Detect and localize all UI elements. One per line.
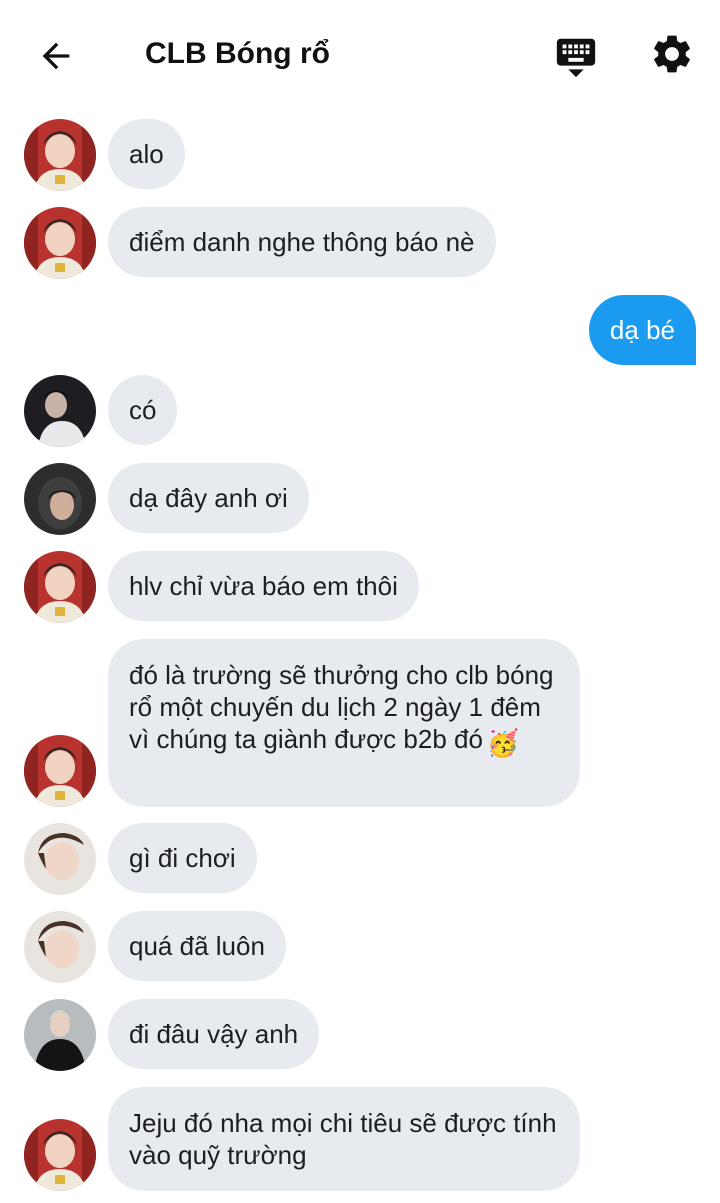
outgoing-message-bubble[interactable]: dạ bé (588, 295, 696, 365)
keyboard-toggle-button[interactable] (552, 32, 600, 80)
message-row: đó là trường sẽ thưởng cho clb bóng rổ m… (0, 639, 720, 807)
avatar-boy-light[interactable] (24, 823, 96, 895)
message-row: quá đã luôn (0, 911, 720, 983)
message-bubble[interactable]: quá đã luôn (108, 911, 286, 981)
chat-title: CLB Bóng rổ (145, 37, 330, 70)
message-row: có (0, 375, 720, 447)
keyboard-hide-icon (556, 38, 596, 78)
gear-icon (654, 35, 690, 73)
avatar-boy-black-jacket[interactable] (24, 999, 96, 1071)
arrow-left-icon (42, 42, 70, 70)
avatar-boy-red-bg[interactable] (24, 551, 96, 623)
party-face-emoji: 🥳 (486, 728, 520, 758)
message-bubble[interactable]: hlv chỉ vừa báo em thôi (108, 551, 419, 621)
message-row: đi đâu vậy anh (0, 999, 720, 1071)
message-bubble[interactable]: gì đi chơi (108, 823, 257, 893)
message-row: điểm danh nghe thông báo nè (0, 207, 720, 279)
avatar-hood-dark[interactable] (24, 463, 96, 535)
avatar-boy-red-bg[interactable] (24, 1119, 96, 1191)
message-bubble[interactable]: dạ đây anh ơi (108, 463, 309, 533)
message-row-outgoing: dạ bé (0, 295, 720, 367)
message-bubble[interactable]: đi đâu vậy anh (108, 999, 320, 1069)
back-button[interactable] (34, 34, 78, 78)
message-row: dạ đây anh ơi (0, 463, 720, 535)
message-bubble[interactable]: Jeju đó nha mọi chi tiêu sẽ được tính và… (108, 1087, 580, 1191)
chat-screen: CLB Bóng rổ alo điểm danh nghe thông báo… (0, 0, 720, 1203)
message-row: alo (0, 119, 720, 191)
settings-button[interactable] (648, 30, 696, 78)
message-row: Jeju đó nha mọi chi tiêu sẽ được tính và… (0, 1087, 720, 1191)
message-bubble[interactable]: alo (108, 119, 185, 189)
chat-header: CLB Bóng rổ (0, 0, 720, 106)
message-row: hlv chỉ vừa báo em thôi (0, 551, 720, 623)
message-bubble[interactable]: điểm danh nghe thông báo nè (108, 207, 496, 277)
message-bubble[interactable]: có (108, 375, 178, 445)
avatar-boy-red-bg[interactable] (24, 207, 96, 279)
avatar-boy-red-bg[interactable] (24, 119, 96, 191)
message-bubble[interactable]: đó là trường sẽ thưởng cho clb bóng rổ m… (108, 639, 580, 807)
message-row: gì đi chơi (0, 823, 720, 895)
avatar-boy-dark[interactable] (24, 375, 96, 447)
avatar-boy-light[interactable] (24, 911, 96, 983)
avatar-boy-red-bg[interactable] (24, 735, 96, 807)
